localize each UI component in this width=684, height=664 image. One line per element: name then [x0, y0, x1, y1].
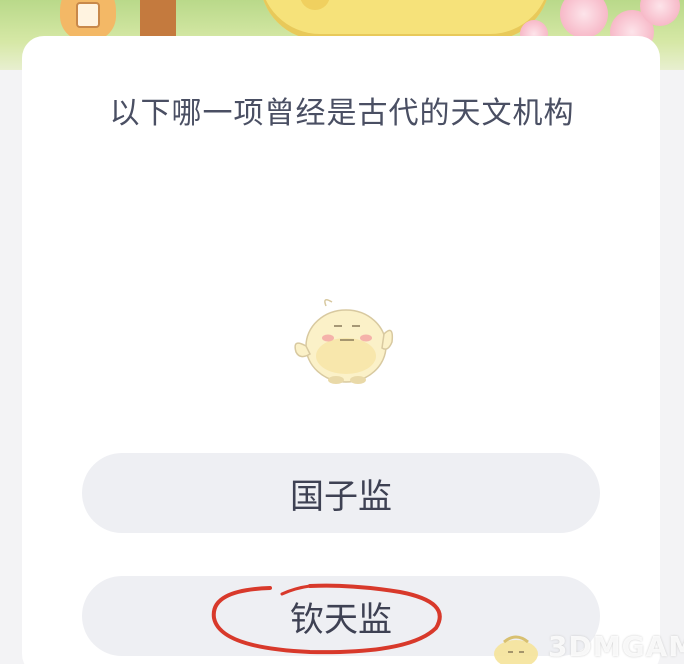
answer-option-1[interactable]: 国子监: [82, 453, 600, 533]
answer-option-label: 国子监: [290, 476, 392, 517]
banner-character: [60, 0, 116, 40]
yellow-bird-mascot-icon: [294, 299, 394, 384]
answer-option-label: 钦天监: [290, 599, 392, 640]
banner-tent: [260, 0, 550, 40]
question-title: 以下哪一项曾经是古代的天文机构: [109, 96, 575, 131]
blossom-decoration: [560, 0, 608, 38]
3dmgame-logo-icon: [494, 635, 538, 664]
watermark-text: 3DMGAME: [548, 630, 684, 663]
